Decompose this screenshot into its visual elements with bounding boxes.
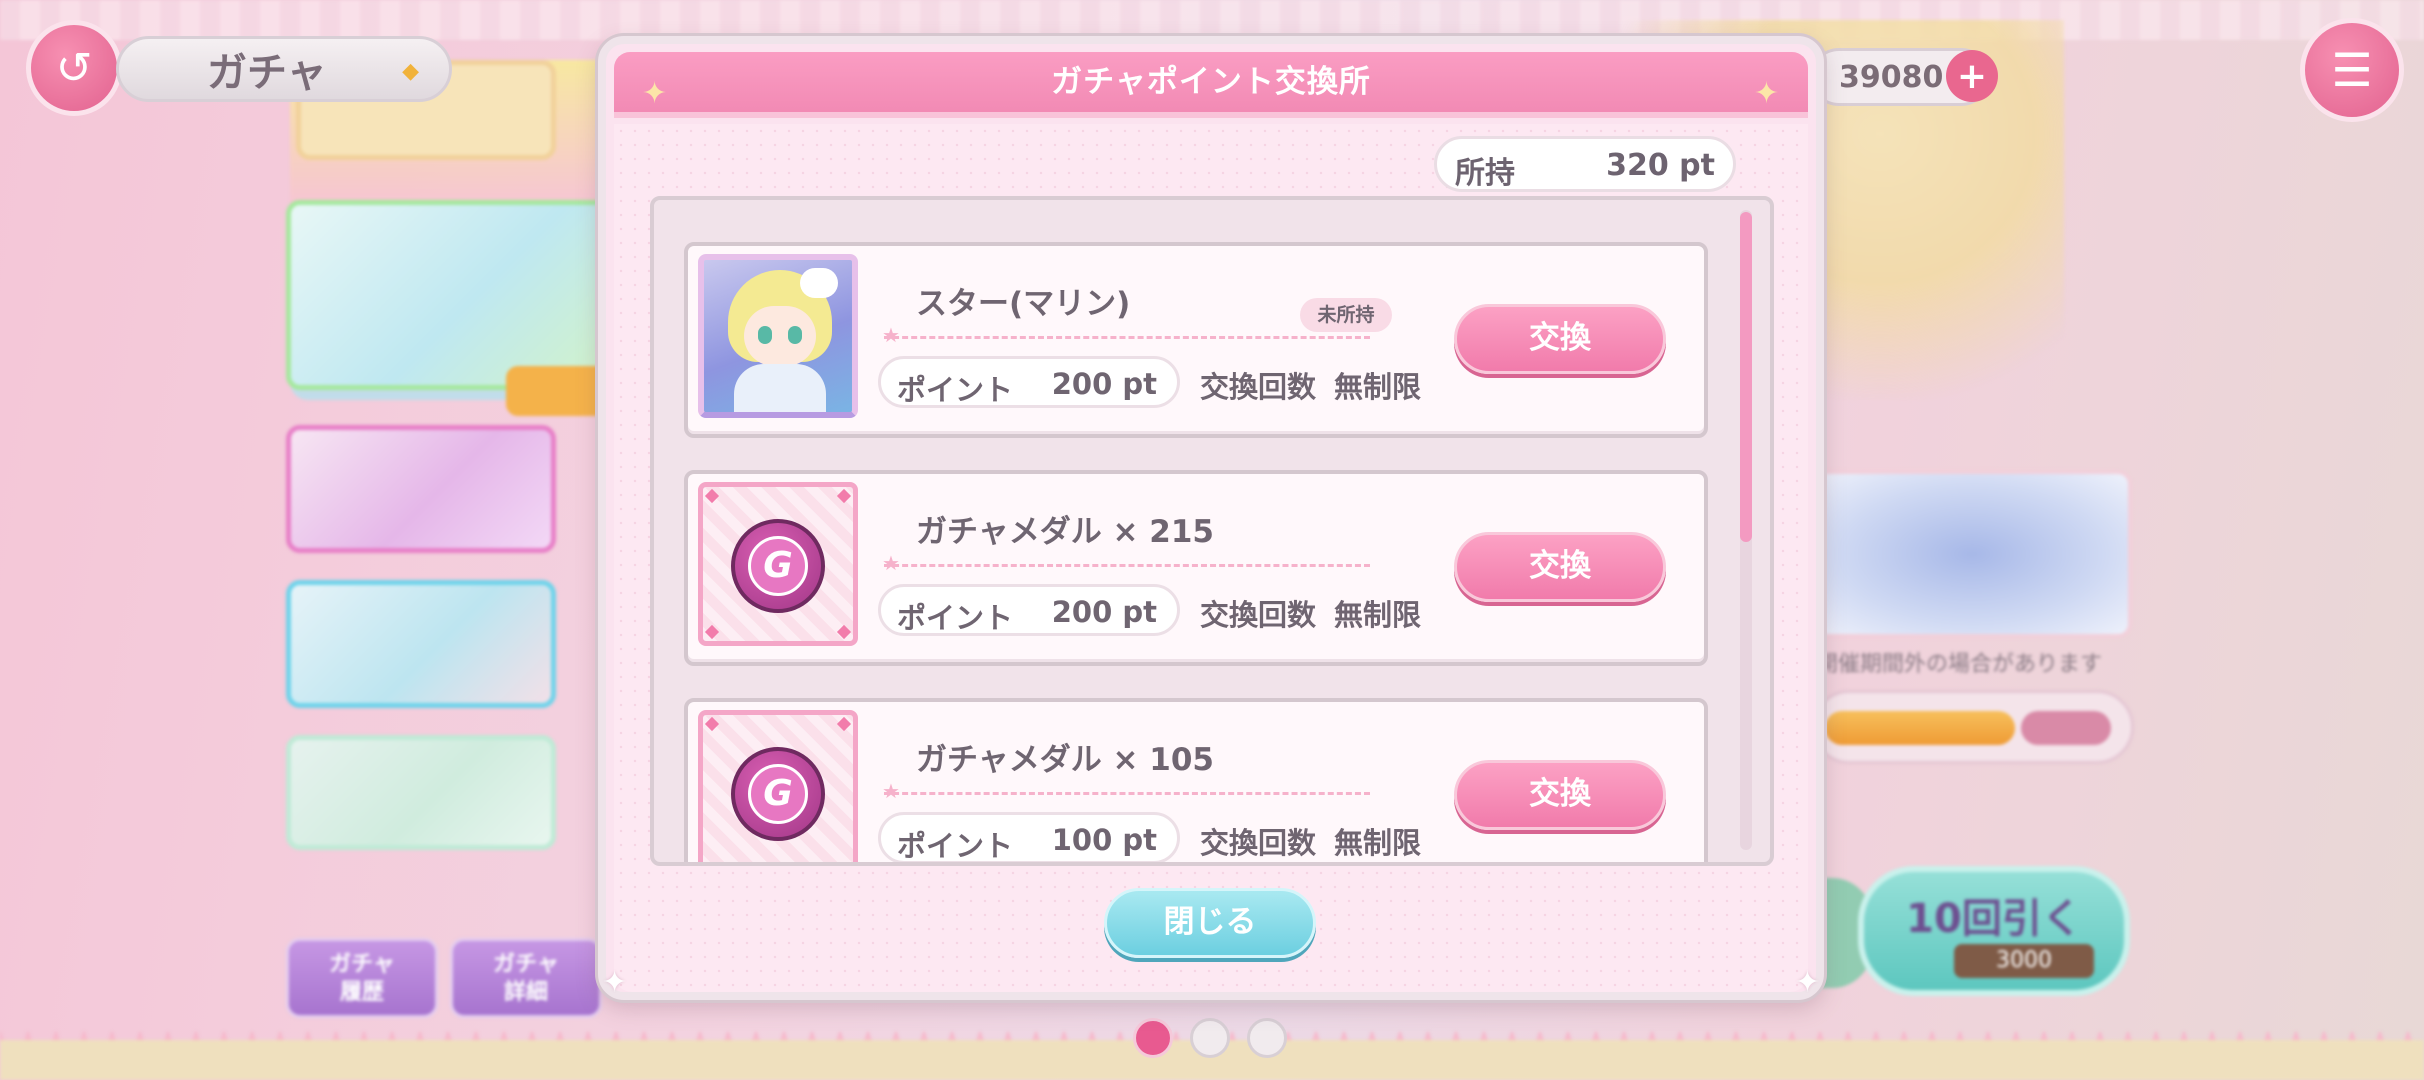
item-points-value: 100 pt (1051, 823, 1157, 857)
corner-ornament (836, 624, 852, 640)
back-arrow-icon: ↺ (55, 42, 93, 94)
owned-points-value: 320 pt (1606, 148, 1715, 183)
item-points: ポイント 200 pt (878, 356, 1180, 408)
item-divider (882, 779, 1370, 803)
corner-ornament (836, 716, 852, 732)
exchange-button[interactable]: 交換 (1454, 760, 1666, 830)
page-indicator-dot[interactable] (1133, 1018, 1173, 1058)
exchange-button[interactable]: 交換 (1454, 304, 1666, 374)
banner-thumbnail[interactable] (286, 580, 556, 708)
exchange-button[interactable]: 交換 (1454, 532, 1666, 602)
event-progress-bar (1812, 690, 2134, 764)
event-banner[interactable] (1812, 470, 2132, 638)
unowned-badge: 未所持 (1300, 298, 1392, 332)
screen-title-text: ガチャ (207, 50, 327, 96)
sparkle-icon: ✦ (1753, 76, 1780, 111)
ten-pull-button[interactable]: 10回引く 3000 (1858, 866, 2130, 996)
gacha-history-label: ガチャ 履歴 (329, 952, 395, 1005)
portrait-body (734, 364, 826, 412)
page-indicator-dot[interactable] (1190, 1018, 1230, 1058)
gacha-history-button[interactable]: ガチャ 履歴 (286, 938, 438, 1018)
corner-ornament (836, 488, 852, 504)
item-divider (882, 551, 1370, 575)
item-name: ガチャメダル × 215 (916, 514, 1214, 550)
item-points-label: ポイント (897, 829, 1014, 863)
portrait-eye (758, 326, 772, 344)
screen-title: ガチャ ◆ (116, 36, 452, 102)
exchange-item: G ガチャメダル × 105 ポイント 100 pt 交換回数 無制限 交換 (684, 698, 1708, 863)
exchange-count-label: 交換回数 (1200, 826, 1317, 860)
medal-coin: G (731, 747, 825, 841)
exchange-count-label: 交換回数 (1200, 598, 1317, 632)
item-points: ポイント 100 pt (878, 812, 1180, 863)
medal-coin: G (731, 519, 825, 613)
add-coin-button[interactable]: + (1946, 50, 1998, 102)
event-progress-button[interactable] (2021, 711, 2111, 745)
close-button[interactable]: 閉じる (1104, 888, 1316, 958)
exchange-item: G ガチャメダル × 215 ポイント 200 pt 交換回数 無制限 交換 (684, 470, 1708, 666)
event-note: 開催期間外の場合があります (1816, 652, 2103, 677)
diamond-icon: ◆ (402, 59, 419, 84)
exchange-item: スター(マリン) 未所持 ポイント 200 pt 交換回数 無制限 交換 (684, 242, 1708, 438)
corner-ornament (704, 716, 720, 732)
corner-sparkle-icon: ✦ (602, 965, 628, 1000)
gacha-detail-label: ガチャ 詳細 (493, 952, 559, 1005)
event-progress-fill (1825, 711, 2015, 745)
item-points-label: ポイント (897, 601, 1014, 635)
portrait-flower (800, 268, 838, 298)
item-points-value: 200 pt (1051, 595, 1157, 629)
portrait-face (744, 306, 816, 366)
gacha-medal-icon: G (698, 710, 858, 862)
back-button[interactable]: ↺ (26, 20, 122, 116)
ten-pull-cost: 3000 (1954, 944, 2094, 978)
page-indicator-dot[interactable] (1247, 1018, 1287, 1058)
banner-thumbnail[interactable] (286, 735, 556, 850)
exchange-list[interactable]: スター(マリン) 未所持 ポイント 200 pt 交換回数 無制限 交換 G ガ… (650, 196, 1774, 866)
item-divider (882, 323, 1370, 347)
gacha-medal-icon: G (698, 482, 858, 646)
modal-title: ガチャポイント交換所 (1051, 64, 1371, 100)
owned-points-label: 所持 (1455, 156, 1515, 191)
gacha-detail-button[interactable]: ガチャ 詳細 (450, 938, 602, 1018)
exchange-count-label: 交換回数 (1200, 370, 1317, 404)
exchange-count-value: 無制限 (1334, 370, 1422, 404)
ten-pull-label: 10回引く (1906, 896, 2082, 942)
modal-header: ✦ ガチャポイント交換所 ✦ (614, 52, 1808, 118)
menu-button[interactable]: ☰ (2300, 18, 2404, 122)
portrait-eye (788, 326, 802, 344)
menu-icon: ☰ (2331, 43, 2373, 97)
item-points-value: 200 pt (1051, 367, 1157, 401)
owned-points: 所持 320 pt (1434, 136, 1736, 192)
corner-sparkle-icon: ✦ (1794, 965, 1820, 1000)
exchange-count-value: 無制限 (1334, 826, 1422, 860)
exchange-count-value: 無制限 (1334, 598, 1422, 632)
item-points: ポイント 200 pt (878, 584, 1180, 636)
corner-ornament (704, 624, 720, 640)
item-name: スター(マリン) (916, 286, 1131, 322)
medal-letter-icon: G (748, 536, 808, 596)
sparkle-icon: ✦ (642, 76, 669, 111)
coin-balance-value: 39080 (1839, 59, 1944, 95)
list-scrollbar-thumb[interactable] (1740, 212, 1752, 542)
character-portrait (698, 254, 858, 418)
corner-ornament (704, 488, 720, 504)
medal-letter-icon: G (748, 764, 808, 824)
banner-thumbnail[interactable] (286, 200, 616, 390)
banner-thumbnail[interactable] (286, 425, 556, 553)
item-points-label: ポイント (897, 373, 1014, 407)
item-name: ガチャメダル × 105 (916, 742, 1214, 778)
